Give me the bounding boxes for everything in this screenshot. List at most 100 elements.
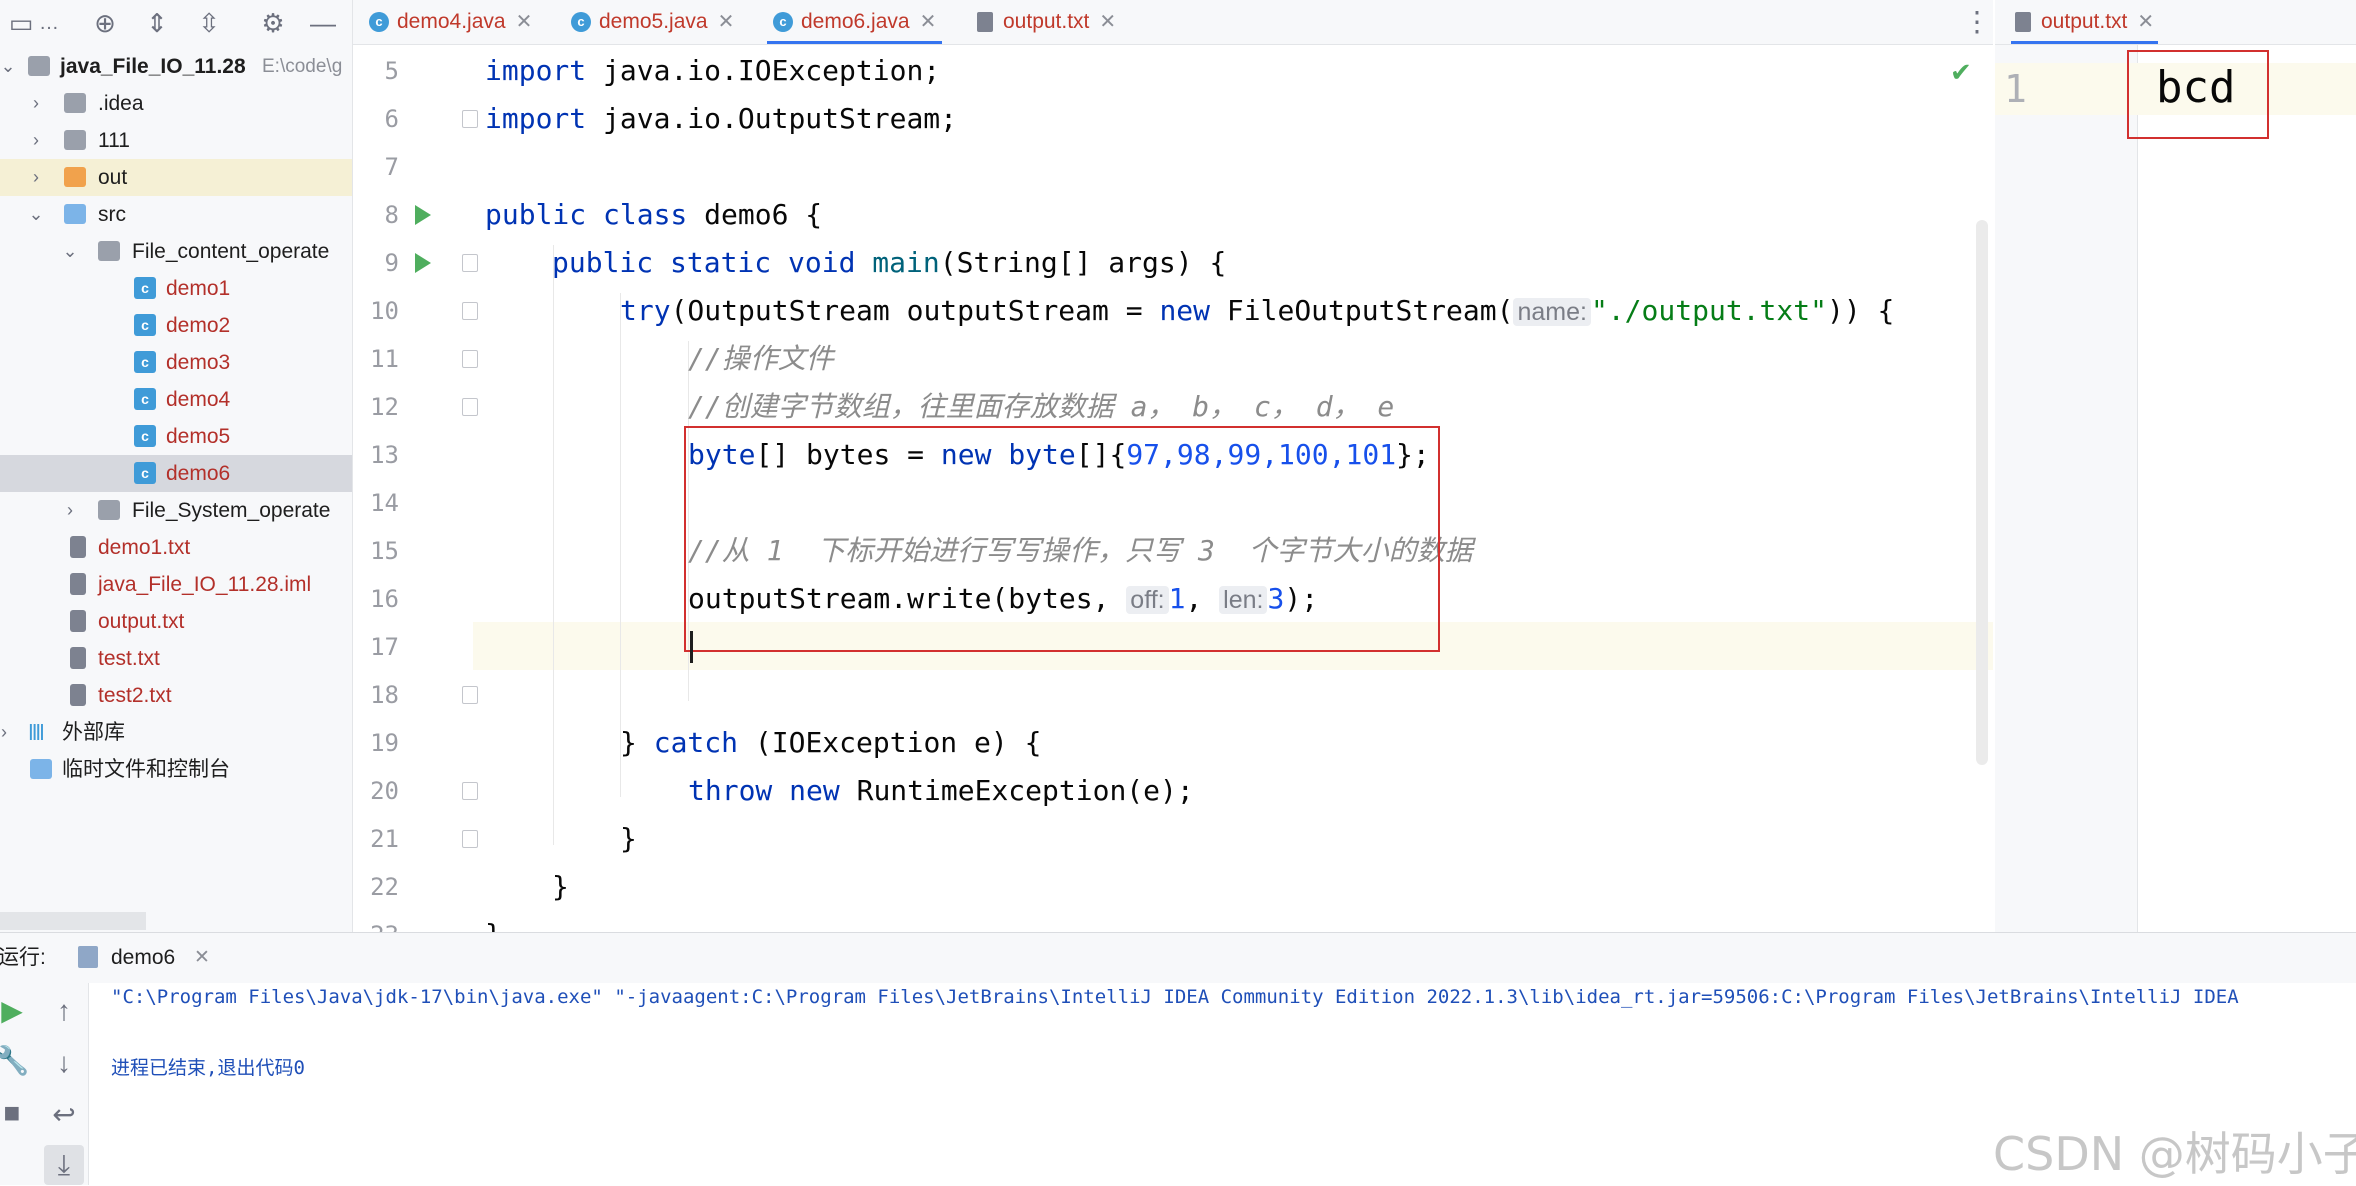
code-line-22: }: [485, 911, 502, 932]
tree-item-demo3[interactable]: c demo3: [0, 344, 352, 381]
tree-item-scratches[interactable]: 临时文件和控制台: [0, 751, 352, 788]
code-line-21: }: [552, 870, 569, 903]
fold-icon[interactable]: [462, 830, 478, 848]
chevron-right-icon[interactable]: ›: [0, 714, 14, 751]
run-label: 运行:: [0, 946, 46, 969]
tree-item-demo2[interactable]: c demo2: [0, 307, 352, 344]
arrow-up-icon[interactable]: ↑: [44, 991, 84, 1031]
line-number: 14: [370, 489, 399, 517]
chevron-down-icon[interactable]: ⌄: [60, 233, 80, 270]
chevron-down-icon[interactable]: ⌄: [26, 196, 46, 233]
wrench-icon[interactable]: 🔧: [0, 1041, 32, 1081]
tree-item-out[interactable]: › out: [0, 159, 352, 196]
line-number: 13: [370, 441, 399, 469]
fold-icon[interactable]: [462, 686, 478, 704]
tab-demo6[interactable]: c demo6.java ✕: [767, 0, 943, 44]
no-problems-check-icon[interactable]: ✔: [1950, 57, 1972, 88]
tab-demo4[interactable]: c demo4.java ✕: [369, 0, 532, 44]
tree-root-project[interactable]: ⌄ java_File_IO_11.28 E:\code\g: [0, 48, 352, 85]
close-icon[interactable]: ✕: [718, 11, 735, 33]
java-class-icon: c: [369, 12, 389, 33]
library-icon: ǀǀǀǀ: [28, 720, 45, 745]
locate-file-icon[interactable]: ⊕: [88, 6, 122, 40]
collapse-all-icon[interactable]: ⇳: [192, 6, 226, 40]
editor-tab-bar: c demo4.java ✕ c demo5.java ✕ c demo6.java ✕ o…: [353, 0, 1993, 45]
tree-item-file-content-operate[interactable]: ⌄ File_content_operate: [0, 233, 352, 270]
editor-vertical-scrollbar[interactable]: [1976, 220, 1988, 765]
tree-item-idea[interactable]: › .idea: [0, 85, 352, 122]
run-tab-demo6[interactable]: demo6: [111, 943, 175, 973]
close-icon[interactable]: ✕: [920, 11, 937, 33]
console-exit-message: 进程已结束,退出代码0: [111, 1057, 305, 1079]
project-sidebar: ▭ … ⊕ ⇕ ⇳ ⚙ — ⌄ java_File_IO_11.28 E:\co…: [0, 0, 353, 932]
tree-item-label: File_System_operate: [132, 499, 331, 522]
soft-wrap-icon[interactable]: ↩: [44, 1095, 84, 1135]
close-icon[interactable]: ✕: [516, 11, 533, 33]
tree-item-demo1-txt[interactable]: demo1.txt: [0, 529, 352, 566]
tree-item-demo5[interactable]: c demo5: [0, 418, 352, 455]
fold-icon[interactable]: [462, 302, 478, 320]
line-number: 18: [370, 681, 399, 709]
fold-icon[interactable]: [462, 782, 478, 800]
folder-icon: [64, 93, 86, 113]
scroll-to-end-icon[interactable]: ⤓: [44, 1145, 84, 1185]
tree-item-test-txt[interactable]: test.txt: [0, 640, 352, 677]
tree-item-111[interactable]: › 111: [0, 122, 352, 159]
tree-item-label: 临时文件和控制台: [62, 758, 230, 781]
java-class-icon: c: [571, 12, 591, 33]
tab-label: output.txt: [1003, 10, 1090, 33]
expand-all-icon[interactable]: ⇕: [140, 6, 174, 40]
fold-icon[interactable]: [462, 110, 478, 128]
run-class-icon[interactable]: [415, 205, 431, 225]
sidebar-horizontal-scrollbar[interactable]: [0, 912, 146, 930]
code-line-12: //创建字节数组，往里面存放数据 a， b， c， d， e: [688, 390, 1395, 423]
tree-item-iml[interactable]: java_File_IO_11.28.iml: [0, 566, 352, 603]
close-icon[interactable]: ✕: [2137, 11, 2154, 33]
editor-gutter: 5 6 7 8 9 10 11 12 13 14 15 16 17 18 19 …: [353, 45, 478, 932]
tree-item-output-txt[interactable]: output.txt: [0, 603, 352, 640]
tab-label: demo4.java: [397, 10, 506, 33]
chevron-down-icon[interactable]: ⌄: [0, 48, 18, 85]
hide-panel-icon[interactable]: —: [306, 6, 340, 40]
tab-label: demo6.java: [801, 10, 910, 33]
tree-item-label: 111: [98, 129, 130, 152]
chevron-right-icon[interactable]: ›: [26, 85, 46, 122]
tree-item-file-system-operate[interactable]: › File_System_operate: [0, 492, 352, 529]
tab-output-txt-right[interactable]: output.txt ✕: [2011, 0, 2159, 44]
run-main-icon[interactable]: [415, 253, 431, 273]
stop-icon[interactable]: ■: [0, 1093, 32, 1133]
annotation-box-output: [2127, 50, 2269, 139]
fold-icon[interactable]: [462, 254, 478, 272]
annotation-box-code: [684, 426, 1440, 652]
tree-item-label: java_File_IO_11.28.iml: [98, 573, 312, 596]
tree-item-src[interactable]: ⌄ src: [0, 196, 352, 233]
tab-demo5[interactable]: c demo5.java ✕: [571, 0, 734, 44]
tab-output-txt[interactable]: output.txt ✕: [977, 0, 1116, 44]
tree-item-external-libraries[interactable]: › ǀǀǀǀ 外部库: [0, 714, 352, 751]
right-tab-bar: output.txt ✕: [1995, 0, 2356, 45]
fold-icon[interactable]: [462, 350, 478, 368]
more-tabs-icon[interactable]: ⋮: [1963, 4, 1991, 40]
chevron-right-icon[interactable]: ›: [60, 492, 80, 529]
project-path: E:\code\g: [262, 56, 343, 77]
java-class-icon: c: [134, 462, 156, 484]
line-number: 23: [353, 911, 399, 932]
tree-item-demo4[interactable]: c demo4: [0, 381, 352, 418]
package-icon: [98, 500, 120, 520]
gear-icon[interactable]: ⚙: [256, 6, 290, 40]
line-number: 15: [370, 537, 399, 565]
arrow-down-icon[interactable]: ↓: [44, 1043, 84, 1083]
view-dropdown-icon[interactable]: …: [32, 6, 66, 40]
fold-icon[interactable]: [462, 398, 478, 416]
rerun-icon[interactable]: ▶: [0, 991, 32, 1031]
folder-icon: [64, 130, 86, 150]
tree-item-demo1[interactable]: c demo1: [0, 270, 352, 307]
tree-item-test2-txt[interactable]: test2.txt: [0, 677, 352, 714]
close-icon[interactable]: ✕: [1099, 11, 1116, 33]
close-icon[interactable]: ✕: [194, 943, 210, 973]
chevron-right-icon[interactable]: ›: [26, 122, 46, 159]
java-class-icon: c: [134, 277, 156, 299]
text-file-icon: [70, 647, 86, 669]
chevron-right-icon[interactable]: ›: [26, 159, 46, 196]
tree-item-demo6[interactable]: c demo6: [0, 455, 352, 492]
